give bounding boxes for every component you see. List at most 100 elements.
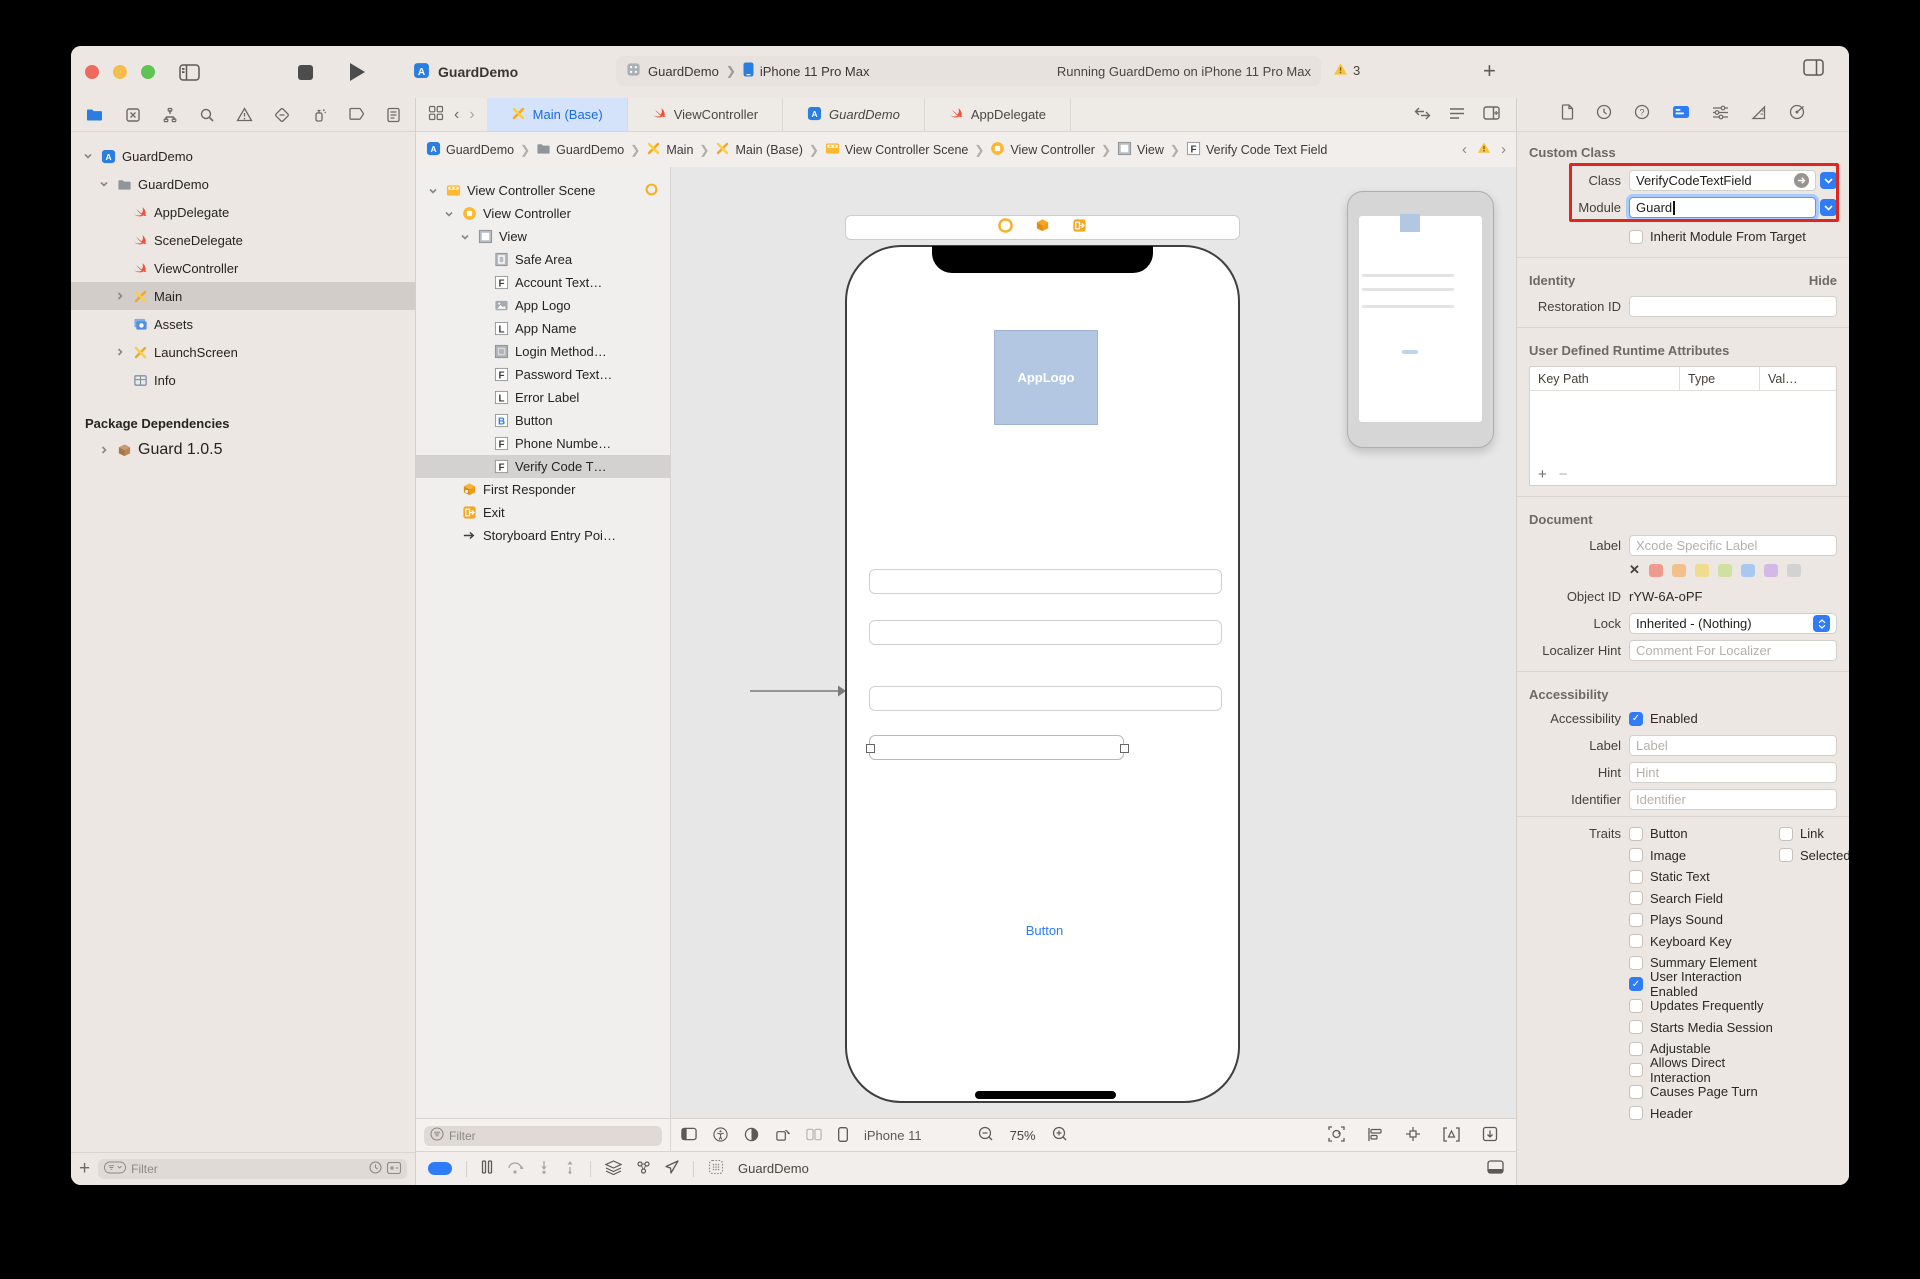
trait-checkbox-plays-sound[interactable] <box>1629 913 1643 927</box>
color-swatch[interactable] <box>1649 564 1663 577</box>
scheme-destination[interactable]: iPhone 11 Pro Max <box>760 64 870 79</box>
breadcrumb-view-controller-scene[interactable]: View Controller Scene <box>825 141 968 159</box>
source-control-filter-icon[interactable] <box>387 1162 401 1177</box>
outline-row-login-method[interactable]: Login Method… <box>416 340 670 363</box>
trait-checkbox-starts-media-session[interactable] <box>1629 1020 1643 1034</box>
navigator-row-viewcontroller[interactable]: ViewController <box>71 254 415 282</box>
outline-row-app-logo[interactable]: App Logo <box>416 294 670 317</box>
add-attribute-button[interactable]: + <box>1538 466 1547 483</box>
breakpoints-toggle[interactable] <box>428 1162 452 1175</box>
trait-checkbox-keyboard-key[interactable] <box>1629 934 1643 948</box>
disclosure-right-icon[interactable] <box>97 445 111 455</box>
step-into-icon[interactable] <box>538 1160 550 1177</box>
report-navigator-icon[interactable] <box>386 107 401 123</box>
recent-files-filter-icon[interactable] <box>369 1161 382 1177</box>
remove-attribute-button[interactable]: − <box>1559 466 1568 483</box>
project-navigator-icon[interactable] <box>85 107 104 123</box>
trait-search-field[interactable]: Search Field <box>1629 891 1779 906</box>
symbols-navigator-icon[interactable] <box>162 107 178 123</box>
color-swatch[interactable] <box>1695 564 1709 577</box>
outline-row-storyboard-entry-poi[interactable]: Storyboard Entry Poi… <box>416 524 670 547</box>
breadcrumb-main[interactable]: Main <box>646 141 693 159</box>
outline-filter-field[interactable]: Filter <box>424 1126 662 1146</box>
outline-row-safe-area[interactable]: Safe Area <box>416 248 670 271</box>
outline-row-view-controller[interactable]: View Controller <box>416 202 670 225</box>
view-controller-dock-icon[interactable] <box>998 218 1013 238</box>
orientation-icon[interactable] <box>775 1127 790 1145</box>
warning-count-badge[interactable]: 3 <box>1333 62 1360 79</box>
trait-checkbox-link[interactable] <box>1779 827 1793 841</box>
device-label[interactable]: iPhone 11 <box>864 1128 922 1143</box>
account-text-field[interactable] <box>869 569 1222 594</box>
toggle-outline-icon[interactable] <box>681 1127 697 1144</box>
pause-execution-icon[interactable] <box>481 1160 493 1177</box>
trait-header[interactable]: Header <box>1629 1106 1779 1121</box>
debug-process-name[interactable]: GuardDemo <box>738 1161 809 1176</box>
trait-checkbox-allows-direct-interaction[interactable] <box>1629 1063 1643 1077</box>
memory-graph-icon[interactable] <box>636 1160 651 1178</box>
file-inspector-icon[interactable] <box>1561 104 1574 125</box>
appearance-icon[interactable] <box>744 1127 759 1145</box>
toggle-navigator-icon[interactable] <box>175 60 203 84</box>
navigator-row-scenedelegate[interactable]: SceneDelegate <box>71 226 415 254</box>
runtime-attributes-table[interactable]: Key PathTypeVal… + − <box>1529 366 1837 486</box>
navigator-row-guarddemo[interactable]: A GuardDemo <box>71 142 415 170</box>
editor-tab-main-base[interactable]: Main (Base) <box>487 98 628 131</box>
zoom-window-button[interactable] <box>141 65 155 79</box>
minimize-window-button[interactable] <box>113 65 127 79</box>
attributes-inspector-icon[interactable] <box>1712 105 1729 125</box>
trait-checkbox-updates-frequently[interactable] <box>1629 999 1643 1013</box>
accessibility-label-field[interactable]: Label <box>1629 735 1837 756</box>
toggle-inspector-icon[interactable] <box>1803 59 1824 81</box>
connections-inspector-icon[interactable] <box>1789 104 1805 125</box>
breadcrumb-verify-code-text-field[interactable]: FVerify Code Text Field <box>1186 141 1327 159</box>
device-bezel-icon[interactable] <box>838 1127 848 1145</box>
storyboard-canvas[interactable]: AppLogo Button <box>671 167 1516 1118</box>
trait-adjustable[interactable]: Adjustable <box>1629 1041 1779 1056</box>
code-review-icon[interactable] <box>1414 107 1431 123</box>
zoom-in-icon[interactable] <box>1052 1126 1068 1145</box>
trait-button[interactable]: Button <box>1629 826 1779 841</box>
run-button[interactable] <box>343 60 371 84</box>
source-control-navigator-icon[interactable] <box>125 107 141 123</box>
close-window-button[interactable] <box>85 65 99 79</box>
color-swatch[interactable] <box>1764 564 1778 577</box>
color-swatch[interactable] <box>1672 564 1686 577</box>
navigator-row-guard-1-0-5[interactable]: Guard 1.0.5 <box>71 436 415 464</box>
outline-row-password-text[interactable]: F Password Text… <box>416 363 670 386</box>
accessibility-identifier-field[interactable]: Identifier <box>1629 789 1837 810</box>
resolve-autolayout-icon[interactable] <box>1443 1127 1460 1145</box>
selection-handle-right[interactable] <box>1120 744 1129 753</box>
breadcrumb-guarddemo[interactable]: GuardDemo <box>536 141 624 159</box>
editor-tab-appdelegate[interactable]: AppDelegate <box>925 98 1071 131</box>
trait-checkbox-image[interactable] <box>1629 848 1643 862</box>
outline-row-verify-code-t[interactable]: F Verify Code T… <box>416 455 670 478</box>
quick-help-inspector-icon[interactable]: ? <box>1634 104 1650 125</box>
color-swatch[interactable] <box>1741 564 1755 577</box>
app-logo-image-view[interactable]: AppLogo <box>994 330 1098 425</box>
trait-checkbox-causes-page-turn[interactable] <box>1629 1085 1643 1099</box>
trait-user-interaction-enabled[interactable]: ✓ User Interaction Enabled <box>1629 969 1779 999</box>
breadcrumb-main-base[interactable]: Main (Base) <box>715 141 802 159</box>
stop-button[interactable] <box>291 60 319 84</box>
trait-checkbox-user-interaction-enabled[interactable]: ✓ <box>1629 977 1643 991</box>
trait-checkbox-selected[interactable] <box>1779 848 1793 862</box>
minimap-preview[interactable] <box>1347 191 1494 448</box>
scheme-and-activity-bar[interactable]: GuardDemo ❯ iPhone 11 Pro Max Running Gu… <box>616 56 1321 86</box>
split-view-icon[interactable] <box>806 1128 822 1144</box>
navigator-row-guarddemo[interactable]: GuardDemo <box>71 170 415 198</box>
document-label-field[interactable]: Xcode Specific Label <box>1629 535 1837 556</box>
size-inspector-icon[interactable] <box>1751 105 1767 125</box>
trait-checkbox-search-field[interactable] <box>1629 891 1643 905</box>
localizer-hint-field[interactable]: Comment For Localizer <box>1629 640 1837 661</box>
jumpbar-warning-icon[interactable] <box>1477 141 1491 158</box>
storyboard-entry-arrow[interactable] <box>750 683 847 699</box>
disclosure-down-icon[interactable] <box>442 209 456 219</box>
navigator-row-main[interactable]: Main <box>71 282 415 310</box>
breakpoint-navigator-icon[interactable] <box>348 107 365 122</box>
navigate-forward-icon[interactable]: › <box>469 106 474 124</box>
trait-plays-sound[interactable]: Plays Sound <box>1629 912 1779 927</box>
module-dropdown-button[interactable] <box>1820 199 1837 216</box>
editor-tab-viewcontroller[interactable]: ViewController <box>628 98 783 131</box>
history-inspector-icon[interactable] <box>1596 104 1612 125</box>
